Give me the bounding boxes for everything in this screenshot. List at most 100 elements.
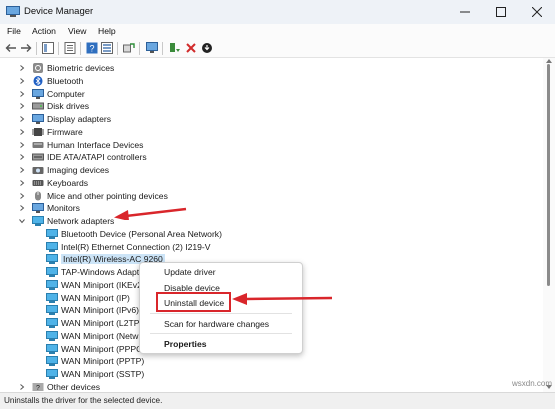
network-device-item[interactable]: WAN Miniport (L2TP <box>46 317 139 329</box>
menu-item-properties[interactable]: Properties <box>164 339 207 349</box>
window-title: Device Manager <box>24 6 94 17</box>
device-label: WAN Miniport (PPTP) <box>61 356 145 366</box>
chevron-right-icon[interactable] <box>18 166 26 174</box>
forward-arrow-icon[interactable] <box>20 42 32 54</box>
annotation-arrow-icon <box>232 293 333 305</box>
close-button[interactable] <box>519 0 555 24</box>
tree-item-label: IDE ATA/ATAPI controllers <box>47 152 147 162</box>
network-device-item[interactable]: WAN Miniport (SSTP) <box>46 368 144 380</box>
chevron-down-icon[interactable] <box>18 217 26 225</box>
chevron-right-icon[interactable] <box>18 115 26 123</box>
chevron-right-icon[interactable] <box>18 383 26 391</box>
tree-item-imaging[interactable]: Imaging devices <box>18 164 109 176</box>
tree-item-label: Computer <box>47 89 85 99</box>
network-adapter-icon <box>46 344 58 354</box>
network-adapter-icon <box>46 318 58 328</box>
svg-text:?: ? <box>36 385 40 392</box>
tree-item-disk-drives[interactable]: Disk drives <box>18 100 89 112</box>
tree-item-monitors[interactable]: Monitors <box>18 202 80 214</box>
monitor-icon[interactable] <box>146 42 158 54</box>
details-view-icon[interactable] <box>101 42 113 54</box>
scroll-up-icon[interactable] <box>546 58 552 63</box>
tree-item-network-adapters[interactable]: Network adapters <box>18 215 114 227</box>
chevron-right-icon[interactable] <box>18 179 26 187</box>
scan-hardware-icon[interactable] <box>123 42 135 54</box>
network-device-item[interactable]: WAN Miniport (Netw <box>46 330 139 342</box>
status-text: Uninstalls the driver for the selected d… <box>4 396 163 405</box>
tree-item-label: Biometric devices <box>47 63 115 73</box>
back-arrow-icon[interactable] <box>5 42 17 54</box>
camera-icon <box>32 167 44 174</box>
tree-item-label: Monitors <box>47 203 80 213</box>
update-driver-icon[interactable] <box>169 42 181 54</box>
menu-file[interactable]: File <box>7 26 21 36</box>
scroll-thumb[interactable] <box>547 64 550 286</box>
chevron-right-icon[interactable] <box>18 204 26 212</box>
network-device-item[interactable]: Bluetooth Device (Personal Area Network) <box>46 228 222 240</box>
device-label: WAN Miniport (IP) <box>61 293 130 303</box>
chevron-right-icon[interactable] <box>18 141 26 149</box>
chip-icon <box>32 128 44 136</box>
chevron-right-icon[interactable] <box>18 102 26 110</box>
device-label: WAN Miniport (PPPO <box>61 344 143 354</box>
chevron-right-icon[interactable] <box>18 64 26 72</box>
tree-item-bluetooth[interactable]: Bluetooth <box>18 75 83 87</box>
network-adapter-icon <box>46 356 58 366</box>
minimize-button[interactable] <box>447 0 483 24</box>
menu-help[interactable]: Help <box>98 26 116 36</box>
tree-item-firmware[interactable]: Firmware <box>18 126 83 138</box>
network-device-item[interactable]: WAN Miniport (PPPO <box>46 343 143 355</box>
help-icon[interactable]: ? <box>86 42 98 54</box>
network-device-item[interactable]: WAN Miniport (IKEv2 <box>46 279 142 291</box>
tree-item-biometric[interactable]: Biometric devices <box>18 62 114 74</box>
device-label: TAP-Windows Adapt <box>61 267 140 277</box>
maximize-button[interactable] <box>483 0 519 24</box>
network-device-item[interactable]: WAN Miniport (IP) <box>46 292 130 304</box>
tree-item-display-adapters[interactable]: Display adapters <box>18 113 111 125</box>
network-adapter-icon <box>46 331 58 341</box>
menu-action[interactable]: Action <box>32 26 56 36</box>
properties-icon[interactable] <box>64 42 76 54</box>
menu-item-scan-hardware[interactable]: Scan for hardware changes <box>164 319 269 329</box>
tree-item-ide[interactable]: IDE ATA/ATAPI controllers <box>18 151 147 163</box>
tree-item-other-devices[interactable]: ? Other devices <box>18 381 100 392</box>
computer-icon <box>32 89 44 99</box>
tree-view-icon[interactable] <box>42 42 54 54</box>
tree-item-label: Mice and other pointing devices <box>47 191 168 201</box>
tree-item-keyboards[interactable]: Keyboards <box>18 177 88 189</box>
tree-item-label: Display adapters <box>47 114 112 124</box>
vertical-scrollbar[interactable] <box>543 58 555 392</box>
mouse-icon <box>35 191 41 201</box>
network-device-item[interactable]: WAN Miniport (PPTP) <box>46 355 144 367</box>
disable-device-icon[interactable] <box>201 42 213 54</box>
device-label: WAN Miniport (L2TP <box>61 318 140 328</box>
tree-item-computer[interactable]: Computer <box>18 88 85 100</box>
menu-view[interactable]: View <box>68 26 86 36</box>
network-adapter-icon <box>46 254 58 264</box>
tree-item-label: Network adapters <box>47 216 115 226</box>
chevron-right-icon[interactable] <box>18 153 26 161</box>
device-label: WAN Miniport (IPv6) <box>61 305 139 315</box>
tree-item-label: Keyboards <box>47 178 89 188</box>
tree-item-mice[interactable]: Mice and other pointing devices <box>18 190 168 202</box>
network-device-item[interactable]: Intel(R) Ethernet Connection (2) I219-V <box>46 241 211 253</box>
chevron-right-icon[interactable] <box>18 90 26 98</box>
device-label: WAN Miniport (IKEv2 <box>61 280 142 290</box>
network-device-item[interactable]: TAP-Windows Adapt <box>46 266 139 278</box>
unknown-device-icon: ? <box>32 383 44 392</box>
tree-item-hid[interactable]: Human Interface Devices <box>18 139 143 151</box>
monitor-icon <box>32 203 44 213</box>
uninstall-icon[interactable] <box>185 42 197 54</box>
maximize-icon <box>496 7 506 17</box>
chevron-right-icon[interactable] <box>18 77 26 85</box>
chevron-right-icon[interactable] <box>18 192 26 200</box>
network-device-item[interactable]: WAN Miniport (IPv6) <box>46 304 139 316</box>
network-adapter-icon <box>46 293 58 303</box>
tree-item-label: Disk drives <box>47 101 90 111</box>
display-adapter-icon <box>32 114 44 124</box>
minimize-icon <box>460 11 470 13</box>
menu-item-update-driver[interactable]: Update driver <box>164 267 216 277</box>
svg-text:?: ? <box>89 44 94 54</box>
chevron-right-icon[interactable] <box>18 128 26 136</box>
keyboard-icon <box>32 180 44 186</box>
